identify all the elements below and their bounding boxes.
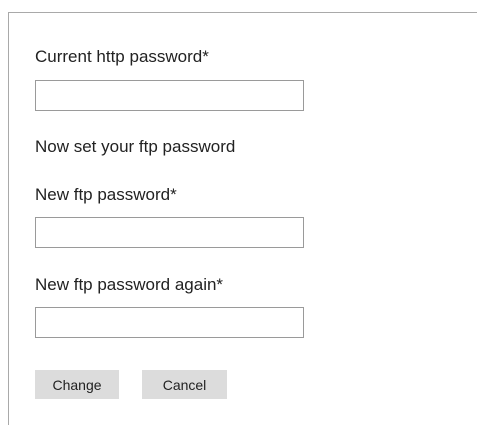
form-panel: Current http password* Now set your ftp … xyxy=(8,12,477,425)
new-ftp-password-label: New ftp password* xyxy=(35,185,177,204)
new-ftp-password-again-input[interactable] xyxy=(35,307,304,338)
new-ftp-password-again-label: New ftp password again* xyxy=(35,275,224,294)
change-button[interactable]: Change xyxy=(35,370,119,399)
new-ftp-password-input[interactable] xyxy=(35,217,304,248)
current-http-password-label: Current http password* xyxy=(35,47,209,66)
cancel-button[interactable]: Cancel xyxy=(142,370,227,399)
ftp-password-intro: Now set your ftp password xyxy=(35,137,236,156)
current-http-password-input[interactable] xyxy=(35,80,304,111)
